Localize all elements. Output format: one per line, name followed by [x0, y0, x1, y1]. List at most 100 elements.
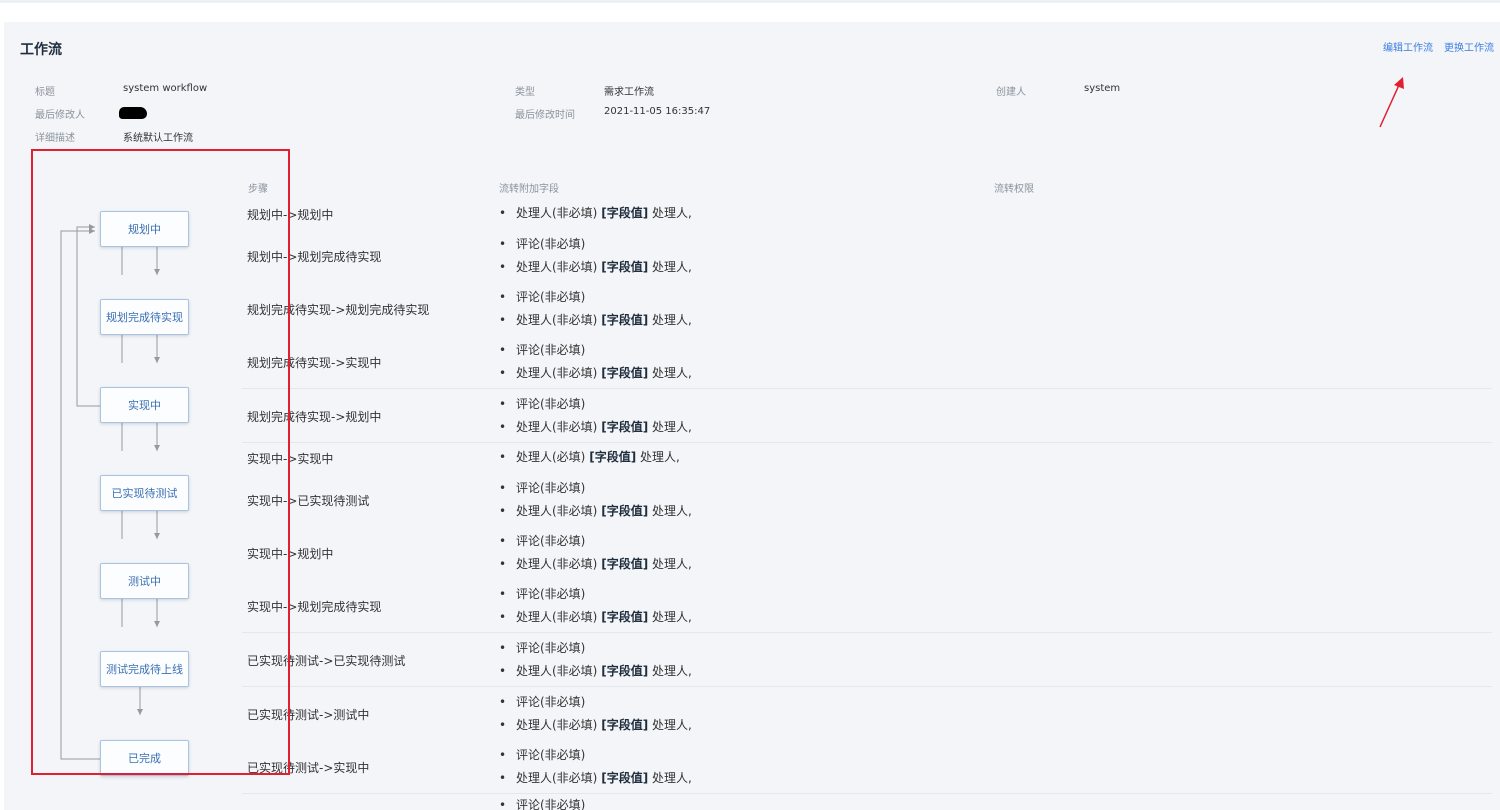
step-cell: 实现中->实现中	[247, 452, 334, 466]
workflow-node[interactable]: 规划完成待实现	[100, 299, 189, 335]
workflow-node[interactable]: 规划中	[100, 211, 189, 247]
field-tag: [字段值]	[601, 610, 649, 624]
field-item: 处理人(非必填) [字段值] 处理人,	[499, 660, 692, 683]
replace-workflow-link[interactable]: 更换工作流	[1444, 39, 1494, 54]
table-row: 已实现待测试->实现中 评论(非必填) 处理人(非必填) [字段值] 处理人,	[242, 740, 1492, 794]
field-text: 评论(非必填)	[516, 290, 586, 304]
field-tag: [字段值]	[601, 313, 649, 327]
field-list: 评论(非必填)	[499, 794, 585, 810]
table-row: 实现中->实现中 处理人(必填) [字段值] 处理人,	[242, 443, 1492, 473]
step-cell: 规划完成待实现->规划完成待实现	[247, 303, 430, 317]
field-value: 处理人,	[652, 313, 692, 327]
workflow-panel: 工作流 编辑工作流 更换工作流 标题 system workflow 类型 需求…	[4, 22, 1500, 810]
top-bar	[0, 0, 1500, 3]
step-cell: 已实现待测试->测试中	[247, 708, 370, 722]
field-text: 评论(非必填)	[516, 587, 586, 601]
field-item: 评论(非必填)	[499, 393, 692, 416]
workflow-node[interactable]: 测试完成待上线	[100, 651, 189, 687]
field-text: 处理人(非必填)	[516, 504, 598, 518]
field-list: 评论(非必填) 处理人(非必填) [字段值] 处理人,	[499, 744, 692, 790]
field-list: 评论(非必填) 处理人(非必填) [字段值] 处理人,	[499, 691, 692, 737]
field-item: 处理人(非必填) [字段值] 处理人,	[499, 362, 692, 385]
field-item: 处理人(非必填) [字段值] 处理人,	[499, 500, 692, 523]
field-list: 评论(非必填) 处理人(非必填) [字段值] 处理人,	[499, 530, 692, 576]
field-tag: [字段值]	[601, 504, 649, 518]
workflow-node[interactable]: 已实现待测试	[100, 475, 189, 511]
field-text: 评论(非必填)	[516, 534, 586, 548]
step-cell: 实现中->规划完成待实现	[247, 600, 382, 614]
field-item: 评论(非必填)	[499, 339, 692, 362]
field-value: 处理人,	[652, 771, 692, 785]
field-item: 处理人(非必填) [字段值] 处理人,	[499, 714, 692, 737]
field-item: 处理人(非必填) [字段值] 处理人,	[499, 256, 692, 279]
meta-title-value: system workflow	[123, 83, 208, 94]
edit-workflow-link[interactable]: 编辑工作流	[1383, 39, 1433, 54]
field-text: 处理人(非必填)	[516, 610, 598, 624]
field-item: 评论(非必填)	[499, 691, 692, 714]
field-text: 评论(非必填)	[516, 641, 586, 655]
field-text: 评论(非必填)	[516, 695, 586, 709]
field-tag: [字段值]	[601, 718, 649, 732]
field-text: 评论(非必填)	[516, 237, 586, 251]
table-row: 已实现待测试->已实现待测试 评论(非必填) 处理人(非必填) [字段值] 处理…	[242, 633, 1492, 687]
step-cell: 已实现待测试->已实现待测试	[247, 654, 406, 668]
field-value: 处理人,	[652, 718, 692, 732]
field-tag: [字段值]	[601, 260, 649, 274]
step-cell: 规划中->规划完成待实现	[247, 250, 382, 264]
workflow-actions: 编辑工作流 更换工作流	[1383, 39, 1494, 54]
field-item: 处理人(非必填) [字段值] 处理人,	[499, 606, 692, 629]
table-row: 实现中->规划完成待实现 评论(非必填) 处理人(非必填) [字段值] 处理人,	[242, 579, 1492, 633]
meta-type-label: 类型	[515, 87, 535, 98]
field-text: 处理人(非必填)	[516, 260, 598, 274]
field-list: 评论(非必填) 处理人(非必填) [字段值] 处理人,	[499, 286, 692, 332]
field-tag: [字段值]	[601, 771, 649, 785]
field-text: 处理人(必填)	[516, 450, 586, 464]
field-list: 评论(非必填) 处理人(非必填) [字段值] 处理人,	[499, 339, 692, 385]
field-item: 处理人(非必填) [字段值] 处理人,	[499, 553, 692, 576]
table-row: 规划完成待实现->实现中 评论(非必填) 处理人(非必填) [字段值] 处理人,	[242, 335, 1492, 389]
table-row: 实现中->已实现待测试 评论(非必填) 处理人(非必填) [字段值] 处理人,	[242, 473, 1492, 526]
field-value: 处理人,	[652, 260, 692, 274]
meta-creator-label: 创建人	[996, 87, 1026, 98]
table-row: 评论(非必填)	[242, 794, 1492, 810]
field-list: 处理人(必填) [字段值] 处理人,	[499, 446, 680, 469]
field-tag: [字段值]	[601, 420, 649, 434]
workflow-node[interactable]: 实现中	[100, 387, 189, 423]
header-permission: 流转权限	[994, 184, 1034, 195]
field-value: 处理人,	[652, 557, 692, 571]
meta-type-value: 需求工作流	[604, 87, 654, 98]
field-text: 评论(非必填)	[516, 397, 586, 411]
meta-creator-value: system	[1084, 83, 1121, 94]
meta-desc-label: 详细描述	[35, 133, 75, 144]
field-tag: [字段值]	[589, 450, 637, 464]
meta-modified-time-value: 2021-11-05 16:35:47	[604, 106, 711, 117]
field-text: 处理人(非必填)	[516, 420, 598, 434]
field-text: 处理人(非必填)	[516, 557, 598, 571]
field-tag: [字段值]	[601, 366, 649, 380]
field-list: 评论(非必填) 处理人(非必填) [字段值] 处理人,	[499, 637, 692, 683]
table-row: 规划完成待实现->规划中 评论(非必填) 处理人(非必填) [字段值] 处理人,	[242, 389, 1492, 443]
field-text: 评论(非必填)	[516, 748, 586, 762]
field-text: 评论(非必填)	[516, 343, 586, 357]
table-row: 规划完成待实现->规划完成待实现 评论(非必填) 处理人(非必填) [字段值] …	[242, 282, 1492, 335]
workflow-node[interactable]: 已完成	[100, 740, 189, 776]
step-cell: 规划完成待实现->实现中	[247, 356, 382, 370]
field-item: 处理人(非必填) [字段值] 处理人,	[499, 416, 692, 439]
workflow-node[interactable]: 测试中	[100, 563, 189, 599]
field-item: 处理人(必填) [字段值] 处理人,	[499, 446, 680, 469]
step-cell: 规划完成待实现->规划中	[247, 410, 382, 424]
field-item: 处理人(非必填) [字段值] 处理人,	[499, 202, 692, 225]
field-item: 评论(非必填)	[499, 530, 692, 553]
redacted-modifier	[119, 107, 147, 119]
field-list: 处理人(非必填) [字段值] 处理人,	[499, 202, 692, 225]
step-cell: 实现中->已实现待测试	[247, 494, 370, 508]
field-list: 评论(非必填) 处理人(非必填) [字段值] 处理人,	[499, 233, 692, 279]
field-value: 处理人,	[652, 504, 692, 518]
field-text: 评论(非必填)	[516, 481, 586, 495]
field-text: 评论(非必填)	[516, 798, 586, 810]
page-title: 工作流	[20, 42, 62, 58]
field-tag: [字段值]	[601, 664, 649, 678]
field-item: 处理人(非必填) [字段值] 处理人,	[499, 309, 692, 332]
field-item: 评论(非必填)	[499, 794, 585, 810]
field-item: 处理人(非必填) [字段值] 处理人,	[499, 767, 692, 790]
